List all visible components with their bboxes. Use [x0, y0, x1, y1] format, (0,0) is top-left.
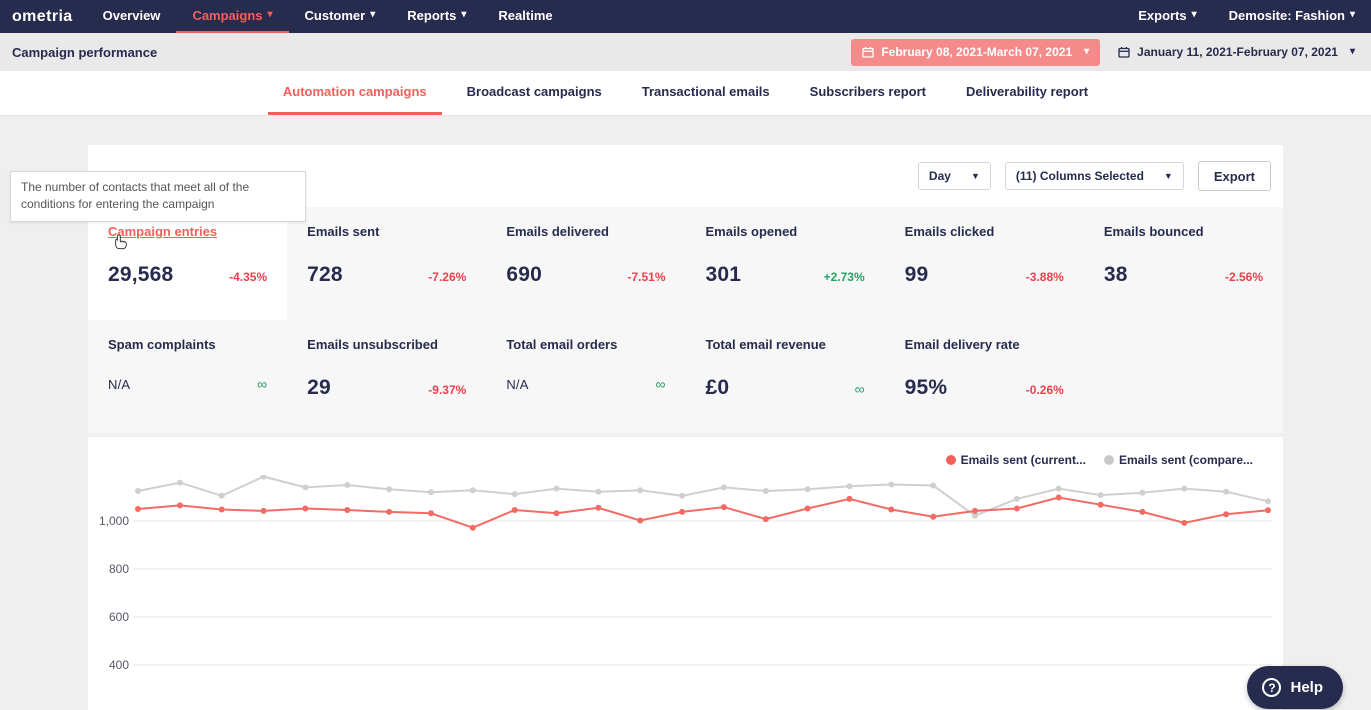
- metric-cell-campaign-entries[interactable]: Campaign entries 29,568 -4.35%: [88, 207, 288, 320]
- help-label: Help: [1290, 679, 1323, 696]
- metric-delta: ∞: [655, 376, 666, 392]
- svg-text:600: 600: [109, 610, 129, 624]
- metric-cell-emails-clicked[interactable]: Emails clicked 99 -3.88%: [885, 207, 1084, 320]
- metric-value: N/A: [506, 377, 529, 392]
- metric-label[interactable]: Emails delivered: [506, 224, 665, 239]
- metric-cell-emails-opened[interactable]: Emails opened 301 +2.73%: [686, 207, 885, 320]
- chart-legend: Emails sent (current... Emails sent (com…: [88, 437, 1283, 467]
- legend-label: Emails sent (current...: [960, 453, 1086, 467]
- svg-text:800: 800: [109, 562, 129, 576]
- tab-broadcast-campaigns[interactable]: Broadcast campaigns: [452, 71, 617, 115]
- top-navbar: ometria Overview Campaigns Customer Repo…: [0, 0, 1371, 33]
- metric-label[interactable]: Total email orders: [506, 337, 665, 352]
- page-title: Campaign performance: [12, 44, 158, 60]
- export-button[interactable]: Export: [1197, 161, 1271, 191]
- columns-select[interactable]: (11) Columns Selected ▼: [1004, 162, 1184, 190]
- metric-tooltip: The number of contacts that meet all of …: [10, 171, 306, 222]
- metric-delta: -2.56%: [1224, 270, 1263, 284]
- navbar-right: Exports Demosite: Fashion: [1122, 0, 1371, 33]
- metric-value: 690: [506, 263, 542, 286]
- columns-select-value: (11) Columns Selected: [1015, 169, 1144, 183]
- calendar-icon: [1118, 47, 1130, 58]
- nav-item-realtime[interactable]: Realtime: [482, 0, 568, 33]
- chart-card: Emails sent (current... Emails sent (com…: [88, 437, 1283, 710]
- nav-item-reports[interactable]: Reports: [391, 0, 482, 33]
- legend-dot-compare: [1103, 455, 1114, 465]
- metric-cell-emails-delivered[interactable]: Emails delivered 690 -7.51%: [486, 207, 685, 320]
- metric-cell-emails-bounced[interactable]: Emails bounced 38 -2.56%: [1084, 207, 1283, 320]
- metric-delta: -4.35%: [229, 270, 268, 284]
- metric-label[interactable]: Campaign entries: [108, 224, 267, 239]
- metric-value: 29: [307, 376, 331, 399]
- primary-date-range-picker[interactable]: February 08, 2021-March 07, 2021: [851, 38, 1101, 66]
- metric-delta: -3.88%: [1025, 270, 1064, 284]
- metric-cell-emails-unsubscribed[interactable]: Emails unsubscribed 29 -9.37%: [287, 320, 486, 433]
- metric-delta: +2.73%: [823, 270, 865, 284]
- metric-label[interactable]: Emails bounced: [1104, 224, 1263, 239]
- metric-label[interactable]: Emails clicked: [905, 224, 1064, 239]
- metric-delta: -7.51%: [627, 270, 666, 284]
- ometria-logo[interactable]: ometria: [0, 0, 87, 33]
- metric-cell-email-delivery-rate[interactable]: Email delivery rate 95% -0.26%: [885, 320, 1084, 433]
- metric-cell-spam-complaints[interactable]: Spam complaints N/A ∞: [88, 320, 287, 433]
- metric-label[interactable]: Total email revenue: [706, 337, 865, 352]
- interval-select[interactable]: Day ▼: [917, 162, 991, 190]
- metric-value: £0: [705, 376, 730, 399]
- metric-label[interactable]: Emails unsubscribed: [307, 337, 466, 352]
- metric-delta: -0.26%: [1025, 383, 1064, 397]
- svg-text:400: 400: [109, 658, 129, 672]
- compare-date-range-picker[interactable]: January 11, 2021-February 07, 2021: [1114, 45, 1359, 59]
- question-mark-icon: [1262, 678, 1282, 697]
- metric-cell-emails-sent[interactable]: Emails sent 728 -7.26%: [287, 207, 486, 320]
- metric-cell-empty: [1084, 320, 1283, 433]
- metrics-grid: Campaign entries 29,568 -4.35% Emails se…: [88, 207, 1283, 433]
- sub-header: Campaign performance February 08, 2021-M…: [0, 33, 1371, 71]
- metric-value: 38: [1103, 263, 1128, 286]
- nav-item-customer[interactable]: Customer: [289, 0, 392, 33]
- hand-cursor-icon: [112, 234, 127, 256]
- metric-value: 99: [904, 263, 929, 286]
- metric-value: 29,568: [108, 263, 174, 286]
- emails-sent-line-chart: 1,000 800 600 400: [99, 475, 1272, 672]
- metric-label[interactable]: Email delivery rate: [905, 337, 1064, 352]
- metric-delta: -7.26%: [428, 270, 467, 284]
- chevron-down-icon: ▼: [1163, 171, 1173, 181]
- metric-value: 95%: [904, 376, 948, 399]
- nav-item-campaigns[interactable]: Campaigns: [176, 0, 289, 33]
- tab-automation-campaigns[interactable]: Automation campaigns: [267, 71, 442, 115]
- tab-transactional-emails[interactable]: Transactional emails: [627, 71, 785, 115]
- site-switcher[interactable]: Demosite: Fashion: [1213, 0, 1371, 33]
- help-button[interactable]: Help: [1247, 666, 1343, 709]
- interval-select-value: Day: [928, 169, 951, 183]
- tab-subscribers-report[interactable]: Subscribers report: [795, 71, 941, 115]
- legend-item-compare[interactable]: Emails sent (compare...: [1103, 453, 1253, 467]
- metric-value: 728: [307, 263, 343, 286]
- compare-date-range-label: January 11, 2021-February 07, 2021: [1137, 45, 1338, 59]
- report-tabs: Automation campaigns Broadcast campaigns…: [0, 71, 1371, 116]
- nav-item-overview[interactable]: Overview: [87, 0, 177, 33]
- metric-label[interactable]: Spam complaints: [108, 337, 267, 352]
- metric-label[interactable]: Emails opened: [706, 224, 865, 239]
- metric-cell-total-email-orders[interactable]: Total email orders N/A ∞: [486, 320, 685, 433]
- calendar-icon: [862, 47, 874, 58]
- metric-delta: ∞: [854, 381, 865, 397]
- legend-label: Emails sent (compare...: [1118, 453, 1253, 467]
- metric-label[interactable]: Emails sent: [307, 224, 466, 239]
- metric-delta: ∞: [257, 376, 268, 392]
- metric-delta: -9.37%: [428, 383, 467, 397]
- metric-value: 301: [705, 263, 742, 286]
- primary-date-range-label: February 08, 2021-March 07, 2021: [881, 45, 1073, 59]
- tab-deliverability-report[interactable]: Deliverability report: [951, 71, 1103, 115]
- chevron-down-icon: ▼: [970, 171, 980, 181]
- svg-text:1,000: 1,000: [99, 514, 129, 528]
- nav-item-exports[interactable]: Exports: [1122, 0, 1212, 33]
- metric-value: N/A: [108, 377, 131, 392]
- legend-item-current[interactable]: Emails sent (current...: [945, 453, 1086, 467]
- legend-dot-current: [945, 455, 956, 465]
- metric-cell-total-email-revenue[interactable]: Total email revenue £0 ∞: [686, 320, 885, 433]
